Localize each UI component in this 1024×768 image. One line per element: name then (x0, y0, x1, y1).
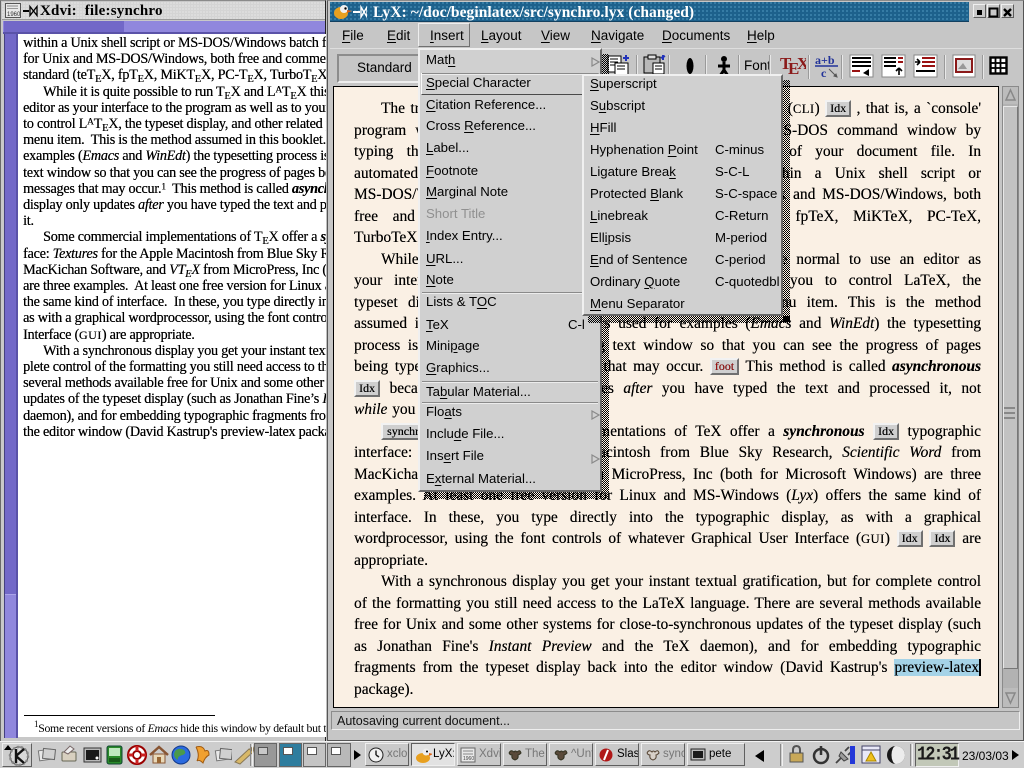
svg-text:X: X (797, 54, 806, 73)
svg-text:1960: 1960 (463, 756, 474, 762)
svg-text:c: c (821, 66, 827, 80)
svg-text:1960: 1960 (7, 12, 21, 18)
svg-text:a+b: a+b (815, 53, 835, 67)
